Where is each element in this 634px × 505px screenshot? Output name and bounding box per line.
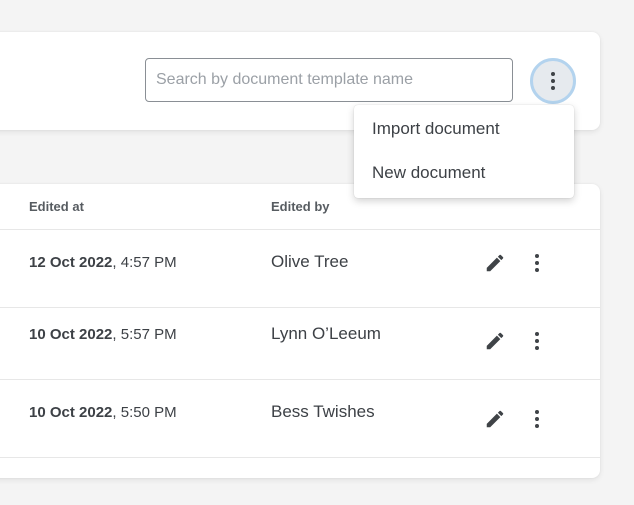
column-header-edited-at: Edited at	[29, 199, 84, 214]
pencil-icon	[486, 332, 504, 350]
edit-button[interactable]	[484, 408, 506, 430]
row-more-button[interactable]	[528, 251, 546, 275]
more-vertical-icon	[535, 410, 539, 428]
edited-at-cell: 10 Oct 2022, 5:57 PM	[29, 326, 177, 343]
edited-by-cell: Olive Tree	[271, 252, 349, 271]
pencil-icon	[486, 254, 504, 272]
options-menu: Import document New document	[354, 105, 574, 198]
pencil-icon	[486, 410, 504, 428]
column-header-edited-by: Edited by	[271, 199, 330, 214]
row-more-button[interactable]	[528, 329, 546, 353]
more-vertical-icon	[535, 332, 539, 350]
table-row: 10 Oct 2022, 5:50 PM Bess Twishes	[0, 380, 600, 458]
menu-item-import-document[interactable]: Import document	[354, 111, 574, 147]
more-options-button[interactable]	[530, 58, 576, 104]
edited-at-cell: 10 Oct 2022, 5:50 PM	[29, 404, 177, 421]
row-more-button[interactable]	[528, 407, 546, 431]
search-input[interactable]	[145, 58, 513, 102]
edited-by-cell: Bess Twishes	[271, 402, 375, 421]
edited-by-cell: Lynn O’Leeum	[271, 324, 381, 343]
more-vertical-icon	[535, 254, 539, 272]
edit-button[interactable]	[484, 330, 506, 352]
more-vertical-icon	[551, 72, 555, 90]
table-row: 12 Oct 2022, 4:57 PM Olive Tree	[0, 230, 600, 308]
edit-button[interactable]	[484, 252, 506, 274]
edited-at-cell: 12 Oct 2022, 4:57 PM	[29, 254, 177, 271]
menu-item-new-document[interactable]: New document	[354, 155, 574, 191]
table-row: 10 Oct 2022, 5:57 PM Lynn O’Leeum	[0, 302, 600, 380]
